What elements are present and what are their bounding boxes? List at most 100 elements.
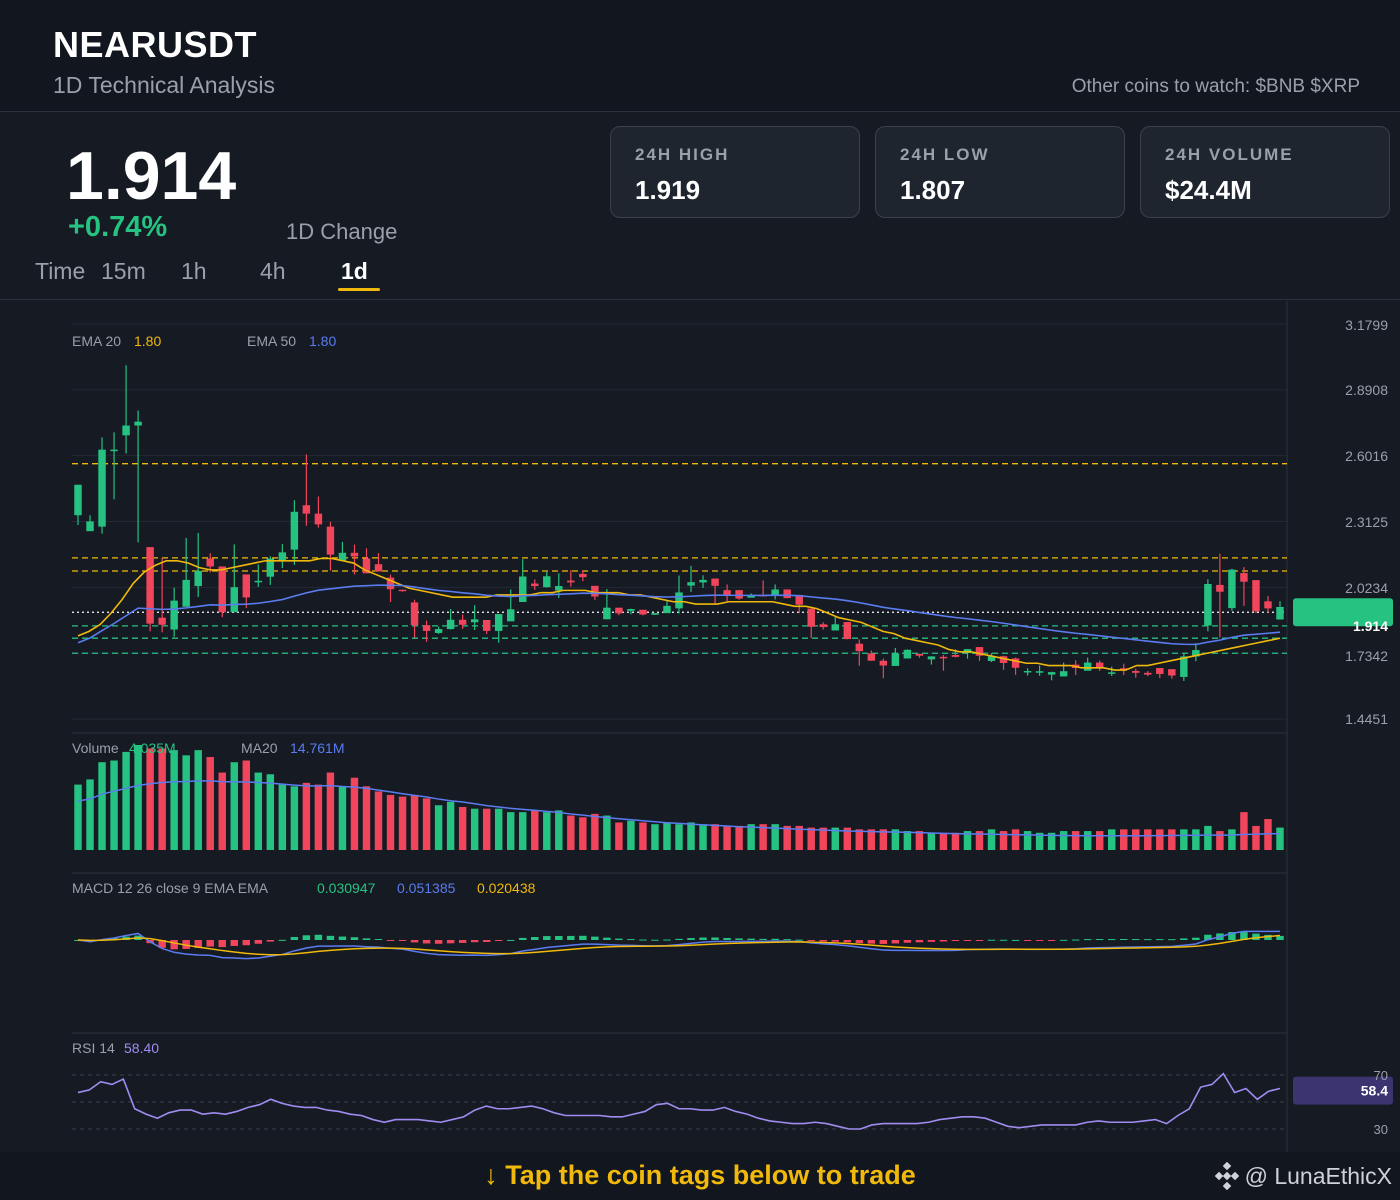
candles	[74, 365, 1284, 681]
chart-labels: 3.1799 2.8908 2.6016 2.3125 2.0234 1.914…	[72, 317, 1388, 1137]
volume-bar	[110, 760, 118, 850]
volume-bar	[230, 762, 238, 850]
rsi-panel: 58.4	[72, 1072, 1393, 1130]
candle-body	[615, 607, 623, 614]
macd-histogram-bar	[627, 939, 635, 941]
macd-histogram-bar	[579, 935, 587, 940]
volume-bar	[747, 824, 755, 850]
stat-value: 1.807	[900, 175, 966, 205]
candle-body	[783, 589, 791, 599]
y-tick: 3.1799	[1345, 317, 1388, 333]
macd-histogram-bar	[314, 934, 323, 940]
last-price-label: 1.914	[1353, 618, 1388, 634]
candle-body	[242, 574, 251, 598]
macd-panel	[74, 930, 1284, 960]
macd-histogram-bar	[1192, 937, 1200, 940]
candle-body	[434, 629, 443, 633]
macd-histogram-bar	[266, 940, 275, 942]
volume-bar	[855, 829, 864, 850]
rsi-line	[77, 1072, 1281, 1130]
volume-bar	[663, 822, 671, 850]
macd-histogram-bar	[723, 937, 731, 940]
macd-histogram-bar	[555, 936, 563, 940]
volume-bar	[735, 825, 743, 850]
volume-bar	[194, 750, 202, 850]
header: NEARUSDT 1D Technical Analysis Other coi…	[0, 0, 1400, 112]
macd-histogram-bar	[398, 940, 407, 941]
macd-signal-line	[77, 934, 1281, 956]
candle-body	[831, 624, 839, 631]
macd-histogram-bar	[1132, 939, 1140, 941]
candle-body	[567, 580, 575, 583]
macd-histogram-bar	[975, 940, 984, 941]
candle-body	[891, 653, 900, 666]
candle-body	[398, 589, 407, 592]
coins-to-watch[interactable]: Other coins to watch: $BNB $XRP	[1072, 76, 1360, 98]
volume-bar	[122, 751, 130, 850]
macd-histogram-bar	[1276, 935, 1284, 940]
timeframe-1d[interactable]: 1d	[341, 258, 368, 285]
timeframe-1h[interactable]: 1h	[181, 258, 207, 285]
timeframe-15m[interactable]: 15m	[101, 258, 146, 285]
volume-bar	[1011, 829, 1020, 850]
trade-call-to-action[interactable]: ↓ Tap the coin tags below to trade	[0, 1160, 1400, 1191]
candle-body	[374, 564, 383, 572]
candle-body	[927, 656, 936, 660]
volume-bar	[1168, 829, 1176, 850]
candle-body	[819, 624, 827, 628]
rsi-level-70: 70	[1374, 1068, 1388, 1083]
candle-body	[422, 625, 431, 631]
candle-body	[98, 449, 106, 527]
timeframe-4h[interactable]: 4h	[260, 258, 286, 285]
candle-body	[1107, 672, 1116, 674]
volume-bar	[867, 829, 876, 850]
ema20-legend-label: EMA 20	[72, 333, 121, 349]
volume-bar	[374, 791, 383, 850]
macd-histogram-bar	[386, 940, 395, 941]
candle-body	[134, 421, 142, 426]
candle-body	[314, 513, 323, 525]
volume-bar	[398, 796, 407, 850]
volume-bar	[446, 801, 455, 850]
ma20-legend-value: 14.761M	[290, 740, 344, 756]
candle-body	[1132, 670, 1140, 673]
rsi-legend-value: 58.40	[124, 1040, 159, 1056]
candle-body	[326, 526, 335, 555]
macd-histogram-bar	[338, 936, 347, 940]
volume-bar	[1095, 831, 1104, 850]
volume-bar	[711, 824, 719, 850]
macd-line-value: 0.051385	[397, 880, 456, 896]
volume-bar	[434, 805, 443, 850]
macd-histogram-bar	[615, 938, 623, 940]
macd-histogram-bar	[278, 939, 287, 941]
symbol-title: NEARUSDT	[53, 24, 258, 65]
macd-histogram-bar	[290, 936, 299, 940]
macd-histogram-bar	[1083, 939, 1092, 941]
volume-bar	[314, 784, 323, 850]
candle-body	[735, 590, 743, 599]
candle-body	[543, 576, 551, 588]
candle-body	[302, 505, 311, 514]
candle-body	[494, 614, 503, 631]
change-label: 1D Change	[286, 219, 398, 244]
price-change: +0.74%	[68, 211, 168, 243]
candle-body	[278, 552, 287, 561]
volume-bar	[86, 779, 94, 850]
macd-histogram-bar	[999, 939, 1008, 941]
macd-histogram-bar	[1095, 939, 1104, 941]
macd-histogram-bar	[819, 940, 827, 942]
volume-bar	[266, 774, 275, 850]
macd-histogram-bar	[506, 939, 515, 941]
macd-histogram-bar	[711, 937, 719, 940]
candle-body	[1083, 662, 1092, 671]
volume-bar	[987, 829, 996, 850]
volume-bar	[567, 815, 575, 850]
macd-histogram-bar	[1035, 940, 1044, 941]
candle-body	[663, 605, 671, 614]
macd-histogram-bar	[1071, 939, 1080, 941]
volume-bar	[290, 786, 299, 850]
candle-body	[182, 579, 190, 607]
chart-area[interactable]: 58.4 3.1799 2.8908 2.6016 2.3125 2.0234 …	[0, 301, 1400, 1152]
candle-body	[1047, 672, 1056, 675]
macd-histogram-bar	[1023, 940, 1032, 941]
